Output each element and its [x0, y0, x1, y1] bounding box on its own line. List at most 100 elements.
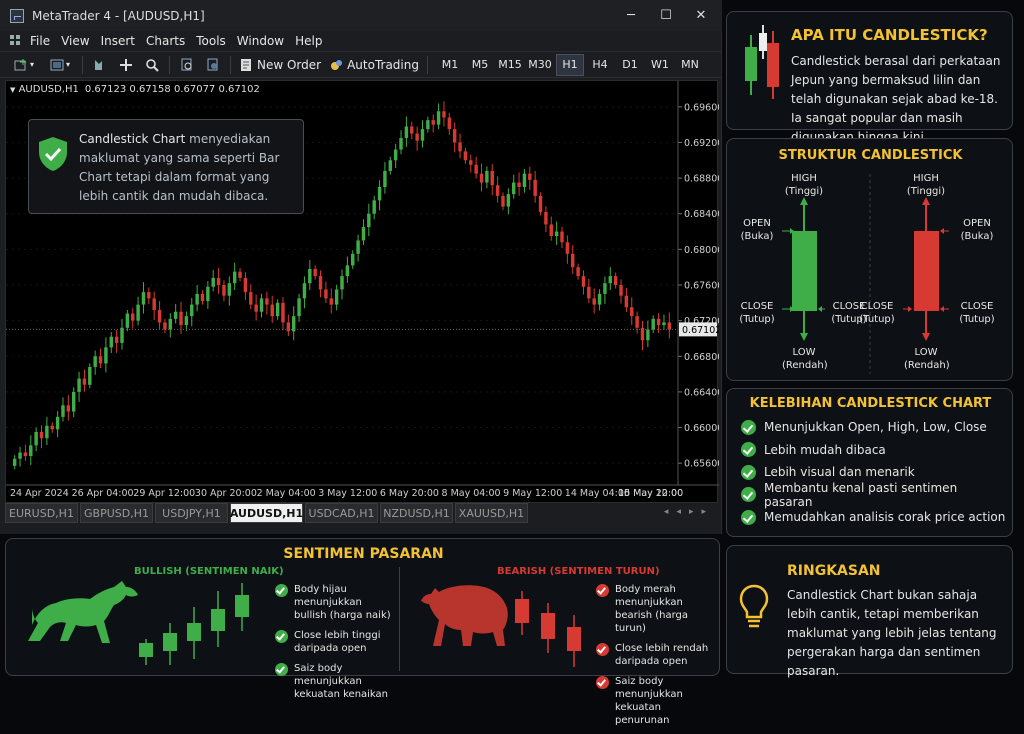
- minimize-button[interactable]: ─: [614, 0, 648, 31]
- timeframe-w1[interactable]: W1: [646, 54, 674, 76]
- new-order-button[interactable]: New Order: [235, 54, 325, 76]
- candle-body: [399, 138, 403, 150]
- tab-audusd[interactable]: AUDUSD,H1: [230, 503, 303, 523]
- candle-body: [517, 182, 521, 187]
- candle-body: [393, 149, 398, 161]
- crosshair-button[interactable]: [113, 54, 139, 76]
- zoom-in-button[interactable]: [174, 54, 200, 76]
- timeframe-mn[interactable]: MN: [676, 54, 704, 76]
- tab-gbpusd[interactable]: GBPUSD,H1: [80, 503, 153, 523]
- bull-icon: [28, 581, 138, 643]
- autotrading-label: AutoTrading: [347, 57, 419, 72]
- toolbar: ▾ ▾ New Order AutoTrading M1 M5 M15 M30 …: [0, 51, 722, 78]
- candle-body: [501, 195, 505, 207]
- list-item-text: Membantu kenal pasti sentimen pasaran: [764, 480, 958, 509]
- date-tick-label: 26 Apr 04:00: [72, 488, 134, 499]
- metatrader-window: MetaTrader 4 - [AUDUSD,H1] ─ ☐ ✕ File Vi…: [0, 0, 723, 534]
- menu-help[interactable]: Help: [295, 34, 322, 48]
- ringkasan-title: RINGKASAN: [787, 563, 881, 579]
- title-bar: MetaTrader 4 - [AUDUSD,H1] ─ ☐ ✕: [0, 0, 722, 31]
- market-watch-button[interactable]: [87, 54, 113, 76]
- low-text: LOW: [792, 347, 816, 358]
- chart-symbol: AUDUSD,H1: [18, 84, 79, 95]
- new-chart-button[interactable]: ▾: [6, 54, 42, 76]
- menu-insert[interactable]: Insert: [101, 34, 135, 48]
- toolbar-divider: [82, 55, 83, 74]
- bullish-candles: [139, 583, 249, 665]
- lightbulb-icon: [739, 584, 769, 628]
- candle-body: [222, 285, 226, 296]
- candle-body: [238, 271, 242, 278]
- menu-charts[interactable]: Charts: [146, 34, 185, 48]
- candle-body: [275, 302, 280, 317]
- menu-tools[interactable]: Tools: [196, 34, 226, 48]
- high-sub-text: (Tinggi): [906, 186, 946, 197]
- candle-body: [619, 285, 623, 296]
- candle-body: [410, 126, 414, 134]
- candle-body: [560, 231, 564, 243]
- candle-body: [587, 286, 591, 299]
- date-tick-label: 9 May 12:00: [503, 488, 562, 499]
- tab-scroll-arrows[interactable]: ◂◂▸▸: [664, 507, 714, 517]
- timeframe-m1[interactable]: M1: [436, 54, 464, 76]
- menu-view[interactable]: View: [61, 34, 89, 48]
- menu-file[interactable]: File: [30, 34, 50, 48]
- list-item-text: Lebih mudah dibaca: [764, 442, 886, 457]
- candle-body: [356, 240, 360, 254]
- timeframe-m5[interactable]: M5: [466, 54, 494, 76]
- timeframe-h4[interactable]: H4: [586, 54, 614, 76]
- high-text: HIGH: [791, 173, 817, 184]
- tab-xauusd[interactable]: XAUUSD,H1: [455, 503, 528, 523]
- list-item-text: Body merah menunjukkan bearish (harga tu…: [615, 584, 689, 634]
- chart-window-icon[interactable]: [10, 35, 22, 47]
- low-sub-text: (Rendah): [782, 360, 828, 371]
- timeframe-m15[interactable]: M15: [496, 54, 524, 76]
- price-tick-label: 0.69200: [684, 138, 719, 149]
- maximize-button[interactable]: ☐: [649, 0, 683, 31]
- chart-ohlc: 0.67123 0.67158 0.67077 0.67102: [84, 84, 260, 95]
- autotrading-button[interactable]: AutoTrading: [325, 54, 423, 76]
- timeframe-h1[interactable]: H1: [555, 53, 584, 76]
- candle-body: [34, 432, 38, 446]
- price-tick-label: 0.69600: [684, 102, 719, 113]
- timeframe-m30[interactable]: M30: [526, 54, 554, 76]
- price-chart[interactable]: 0.69600 0.69200 0.68800 0.68400 0.68000 0.676…: [5, 80, 723, 503]
- candle-body: [211, 609, 225, 631]
- candle-body: [184, 316, 189, 326]
- menu-window[interactable]: Window: [237, 34, 284, 48]
- candle-body: [82, 378, 87, 385]
- candle-body: [533, 179, 537, 196]
- magnifier-icon: [146, 58, 159, 72]
- candle-body: [131, 313, 135, 321]
- candle-body: [630, 307, 634, 317]
- date-tick-label: 3 May 12:00: [318, 488, 377, 499]
- candle-body: [77, 378, 81, 392]
- open-sub-text: (Buka): [740, 231, 774, 242]
- close-button[interactable]: ✕: [684, 0, 718, 31]
- candle-body: [98, 356, 103, 364]
- candle-body: [651, 318, 655, 330]
- candle-body: [522, 173, 527, 187]
- candle-body: [93, 356, 97, 367]
- tab-nzdusd[interactable]: NZDUSD,H1: [380, 503, 453, 523]
- timeframe-d1[interactable]: D1: [616, 54, 644, 76]
- tab-eurusd[interactable]: EURUSD,H1: [5, 503, 78, 523]
- candle-body: [479, 173, 484, 183]
- zoom-out-button[interactable]: [200, 54, 226, 76]
- tab-usdcad[interactable]: USDCAD,H1: [305, 503, 378, 523]
- info-box: Candlestick Chart menyediakan maklumat y…: [28, 119, 304, 214]
- zoom-button[interactable]: [139, 54, 165, 76]
- candle-body: [474, 164, 478, 174]
- timeframe-selector: M1 M5 M15 M30 H1 H4 D1 W1 MN: [436, 53, 704, 76]
- list-item: Menunjukkan Open, High, Low, Close: [741, 416, 1009, 439]
- list-item-text: Body hijau menunjukkan bullish (harga na…: [294, 584, 391, 621]
- panel-kelebihan: KELEBIHAN CANDLESTICK CHART Menunjukkan …: [726, 388, 1013, 537]
- bear-close-right-label: CLOSE (Tutup): [953, 300, 1001, 326]
- candle-body: [109, 336, 113, 348]
- candle-body: [125, 313, 130, 328]
- candle-body: [549, 224, 553, 236]
- profiles-button[interactable]: ▾: [42, 54, 78, 76]
- candle-body: [308, 268, 312, 284]
- tab-usdjpy[interactable]: USDJPY,H1: [155, 503, 228, 523]
- close-sub-text: (Tutup): [959, 314, 995, 325]
